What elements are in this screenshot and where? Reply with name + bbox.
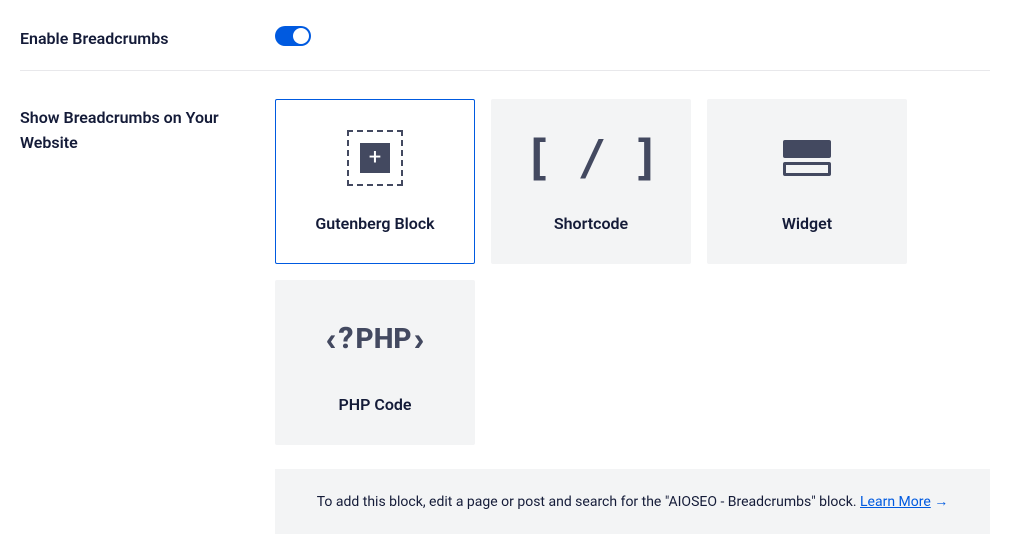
card-gutenberg-label: Gutenberg Block — [315, 214, 434, 233]
display-method-cards: + Gutenberg Block [ / ] Shortcode — [275, 99, 990, 445]
show-breadcrumbs-label: Show Breadcrumbs on Your Website — [20, 99, 275, 156]
php-code-icon: ‹?PHP› — [326, 311, 424, 367]
widget-icon — [783, 130, 831, 186]
shortcode-icon: [ / ] — [524, 130, 659, 186]
enable-breadcrumbs-toggle[interactable] — [275, 26, 311, 46]
card-shortcode[interactable]: [ / ] Shortcode — [491, 99, 691, 264]
card-php-code[interactable]: ‹?PHP› PHP Code — [275, 280, 475, 445]
gutenberg-block-icon: + — [347, 130, 403, 186]
arrow-icon: → — [934, 494, 948, 510]
card-gutenberg-block[interactable]: + Gutenberg Block — [275, 99, 475, 264]
card-widget-label: Widget — [782, 214, 832, 233]
card-php-label: PHP Code — [339, 395, 412, 414]
info-text: To add this block, edit a page or post a… — [317, 494, 860, 510]
learn-more-link[interactable]: Learn More — [860, 494, 931, 510]
card-widget[interactable]: Widget — [707, 99, 907, 264]
card-shortcode-label: Shortcode — [554, 214, 628, 233]
info-banner: To add this block, edit a page or post a… — [275, 469, 990, 534]
enable-breadcrumbs-label: Enable Breadcrumbs — [20, 20, 275, 52]
